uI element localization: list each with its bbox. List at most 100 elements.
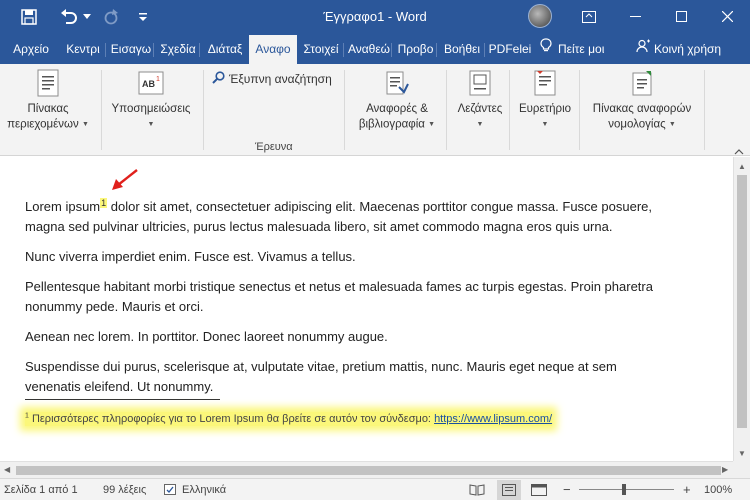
dropdown-caret-icon: ▼ <box>147 121 155 128</box>
zoom-in-button[interactable]: + <box>683 482 691 497</box>
undo-dropdown-icon[interactable] <box>82 4 92 30</box>
tab-label: Σχεδία <box>160 42 196 56</box>
toc-label-line2: περιεχομένων <box>7 118 79 131</box>
tab-label: Αναθεώ <box>347 42 391 56</box>
tab-label: Αναφο <box>255 42 291 56</box>
dropdown-caret-icon: ▼ <box>81 121 89 128</box>
insert-caption-icon <box>466 68 494 98</box>
scroll-left-icon[interactable]: ◀ <box>4 465 10 474</box>
index-button[interactable]: Ευρετήριο ▼ <box>512 68 578 133</box>
dropdown-caret-icon: ▼ <box>428 121 436 128</box>
table-of-contents-button[interactable]: Πίνακας περιεχομένων ▼ <box>2 68 94 133</box>
maximize-button[interactable] <box>658 0 704 33</box>
paragraph[interactable]: Nunc viverra imperdiet enim. Fusce est. … <box>25 247 655 267</box>
share-person-icon <box>636 35 650 64</box>
proofing-icon[interactable] <box>164 484 178 499</box>
paragraph[interactable]: Pellentesque habitant morbi tristique se… <box>25 277 655 317</box>
document-canvas[interactable]: Lorem ipsum1 dolor sit amet, consectetue… <box>0 157 733 461</box>
scrollbar-corner <box>733 461 750 478</box>
tab-design[interactable]: Σχεδία <box>156 35 200 64</box>
paragraph[interactable]: Lorem ipsum1 dolor sit amet, consectetue… <box>25 193 655 237</box>
print-layout-icon[interactable] <box>497 480 521 500</box>
tell-me-label: Πείτε μοι <box>558 42 605 56</box>
title-bar: Έγγραφο1 - Word <box>0 0 750 33</box>
horizontal-scrollbar[interactable]: ◀ ▶ <box>0 461 733 478</box>
footnote[interactable]: 1 Περισσότερες πληροφορίες για το Lorem … <box>25 406 655 429</box>
language[interactable]: Ελληνικά <box>182 484 226 496</box>
dropdown-caret-icon: ▼ <box>541 121 549 128</box>
zoom-slider[interactable] <box>579 489 674 490</box>
tab-label: Διάταξ <box>207 42 243 56</box>
status-bar: Σελίδα 1 από 1 99 λέξεις Ελληνικά − + 10… <box>0 478 750 500</box>
tab-pdfelement[interactable]: PDFelei <box>487 35 533 64</box>
ribbon-display-options-button[interactable] <box>566 0 612 33</box>
citations-bibliography-button[interactable]: Αναφορές & βιβλιογραφία ▼ <box>350 68 444 133</box>
page-count[interactable]: Σελίδα 1 από 1 <box>4 484 78 496</box>
captions-button[interactable]: Λεζάντες ▼ <box>450 68 510 133</box>
horizontal-scroll-thumb[interactable] <box>16 466 721 475</box>
vertical-scroll-thumb[interactable] <box>737 175 747 428</box>
vertical-scrollbar[interactable]: ▲ ▼ <box>733 157 750 461</box>
tab-mailings[interactable]: Στοιχεί <box>298 35 344 64</box>
word-count[interactable]: 99 λέξεις <box>103 484 146 496</box>
tell-me-search[interactable]: Πείτε μοι <box>540 35 632 64</box>
footnote-separator <box>25 399 220 400</box>
index-label: Ευρετήριο <box>518 103 572 115</box>
tab-file[interactable]: Αρχείο <box>4 35 58 64</box>
zoom-level[interactable]: 100% <box>704 484 732 496</box>
close-button[interactable] <box>704 0 750 33</box>
ribbon: Πίνακας περιεχομένων ▼ AB 1 Υποσημειώσεις… <box>0 64 750 156</box>
web-layout-icon[interactable] <box>531 484 547 499</box>
search-icon <box>212 71 225 87</box>
tab-layout[interactable]: Διάταξ <box>202 35 248 64</box>
tab-label: Προβο <box>397 42 434 56</box>
paragraph[interactable]: Aenean nec lorem. In porttitor. Donec la… <box>25 327 655 347</box>
tab-view[interactable]: Προβο <box>394 35 437 64</box>
footnotes-button[interactable]: AB 1 Υποσημειώσεις ▼ <box>104 68 198 133</box>
authorities-label-line2: νομολογίας <box>608 118 666 131</box>
scroll-up-icon[interactable]: ▲ <box>738 162 746 171</box>
tab-review[interactable]: Αναθεώ <box>346 35 392 64</box>
tab-label: Στοιχεί <box>303 42 339 56</box>
tab-label: Εισαγω <box>110 42 152 56</box>
tab-label: Βοήθει <box>443 42 481 56</box>
citations-label-line2: βιβλιογραφία <box>358 118 425 131</box>
footnote-link[interactable]: https://www.lipsum.com/ <box>434 413 552 425</box>
footnote-text: Περισσότερες πληροφορίες για το Lorem Ip… <box>28 412 435 425</box>
save-icon[interactable] <box>16 4 42 30</box>
zoom-slider-thumb[interactable] <box>622 484 626 495</box>
read-mode-icon[interactable] <box>469 484 485 499</box>
table-of-authorities-button[interactable]: Πίνακας αναφορών νομολογίας ▼ <box>584 68 700 133</box>
table-of-authorities-icon <box>628 68 656 98</box>
tab-help[interactable]: Βοήθει <box>439 35 485 64</box>
undo-icon[interactable] <box>56 4 82 30</box>
scroll-down-icon[interactable]: ▼ <box>738 449 746 458</box>
research-group-label: Έρευνα <box>255 141 293 153</box>
annotation-arrow-icon <box>112 169 138 190</box>
tab-label: Αρχείο <box>13 42 49 56</box>
footnotes-label: Υποσημειώσεις <box>111 103 191 115</box>
tab-insert[interactable]: Εισαγω <box>108 35 154 64</box>
share-label: Κοινή χρήση <box>654 42 722 56</box>
toc-label-line1: Πίνακας <box>27 103 69 115</box>
user-avatar[interactable] <box>528 4 552 28</box>
document-body[interactable]: Lorem ipsum1 dolor sit amet, consectetue… <box>25 193 655 429</box>
zoom-out-button[interactable]: − <box>563 482 571 497</box>
lightbulb-icon <box>540 35 552 64</box>
scroll-right-icon[interactable]: ▶ <box>722 465 728 474</box>
tab-label: Κεντρι <box>66 42 100 56</box>
smart-lookup-button[interactable]: Έξυπνη αναζήτηση <box>212 71 332 87</box>
tab-label: PDFelei <box>488 42 532 56</box>
tab-references[interactable]: Αναφο <box>249 35 297 64</box>
minimize-button[interactable] <box>612 0 658 33</box>
paragraph-text: dolor sit amet, consectetuer adipiscing … <box>25 199 652 234</box>
paragraph[interactable]: Suspendisse dui purus, scelerisque at, v… <box>25 357 655 397</box>
paragraph-text: Lorem ipsum <box>25 199 101 214</box>
customize-toolbar-icon[interactable] <box>130 4 156 30</box>
insert-index-icon <box>531 68 559 98</box>
share-button[interactable]: Κοινή χρήση <box>636 35 746 64</box>
tab-home[interactable]: Κεντρι <box>60 35 106 64</box>
citations-bibliography-icon <box>383 68 411 98</box>
redo-icon <box>98 4 124 30</box>
ribbon-tabs: Αρχείο Κεντρι Εισαγω Σχεδία Διάταξ Αναφο… <box>0 33 750 64</box>
